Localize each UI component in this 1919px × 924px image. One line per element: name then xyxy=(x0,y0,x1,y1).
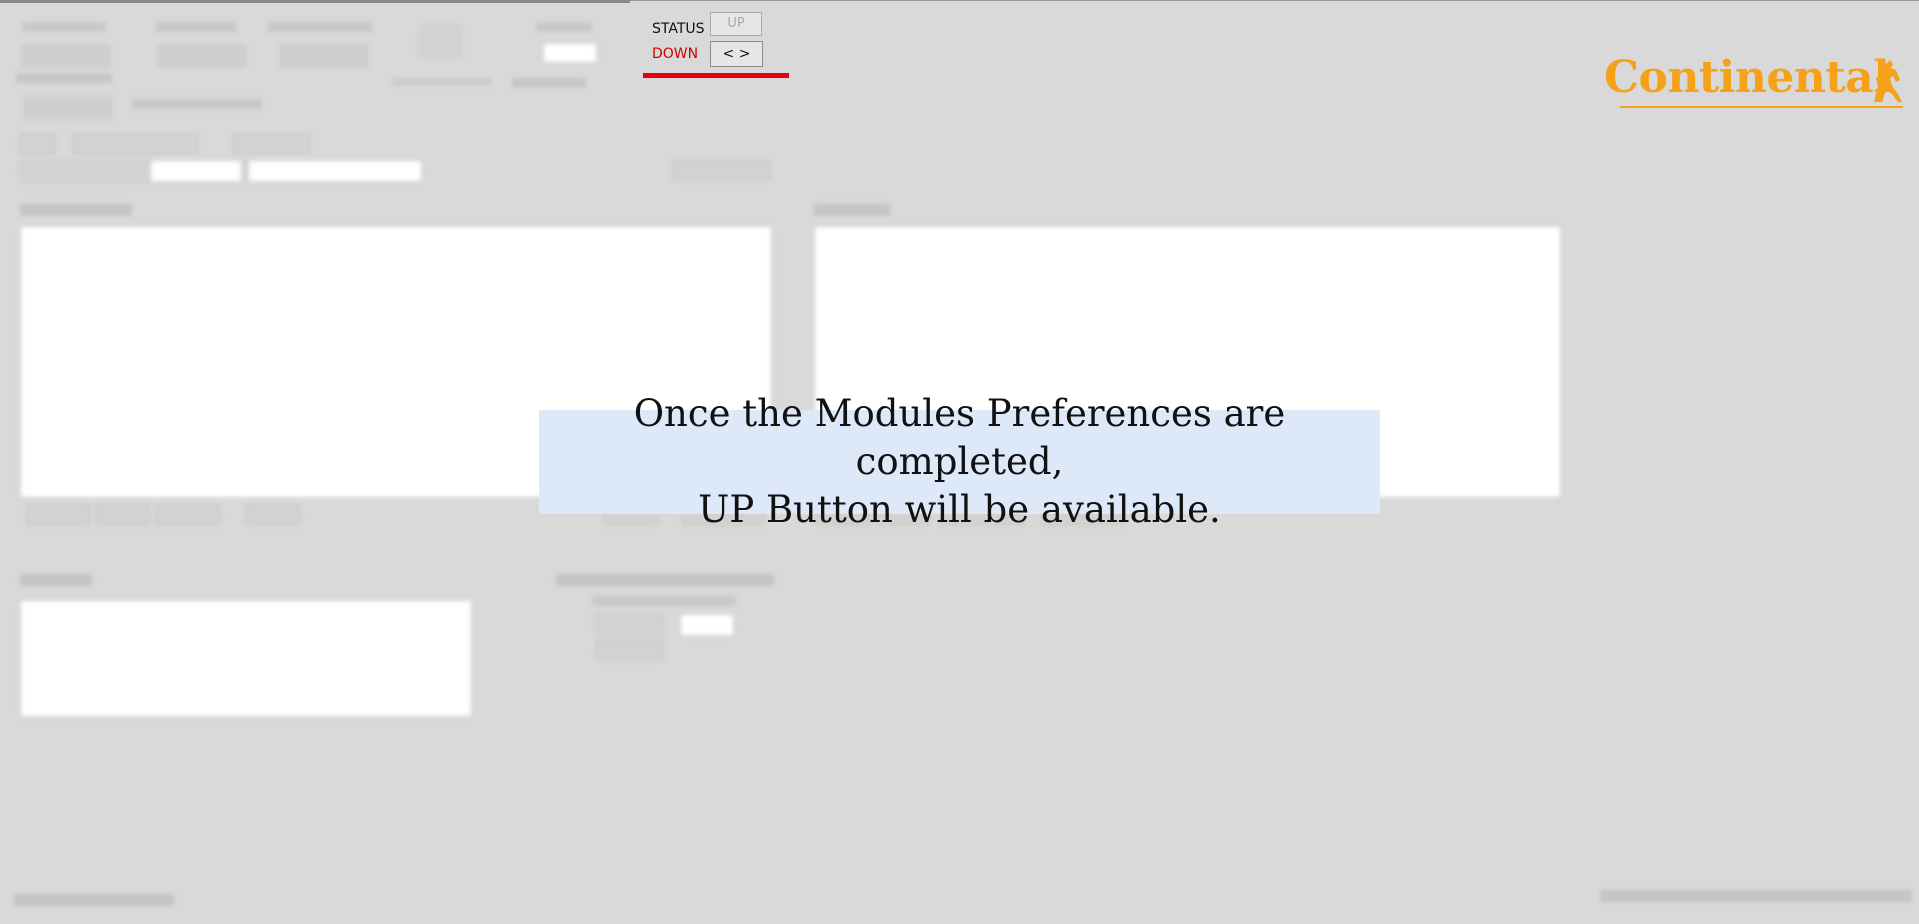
modules-preferences-notice: Once the Modules Preferences are complet… xyxy=(539,392,1380,531)
notice-line-2: UP Button will be available. xyxy=(698,488,1221,531)
toggle-arrows-button[interactable]: < > xyxy=(710,41,763,67)
status-label: STATUS xyxy=(652,21,705,37)
horse-icon xyxy=(1866,56,1906,110)
logo-underline xyxy=(1620,106,1903,108)
notice-line-1: Once the Modules Preferences are complet… xyxy=(633,392,1286,483)
continental-logo: Continental xyxy=(1604,52,1904,114)
up-button[interactable]: UP xyxy=(710,12,762,36)
status-indicator-bar xyxy=(643,73,789,78)
down-status-label: DOWN xyxy=(652,46,699,62)
logo-text: Continental xyxy=(1604,52,1890,103)
